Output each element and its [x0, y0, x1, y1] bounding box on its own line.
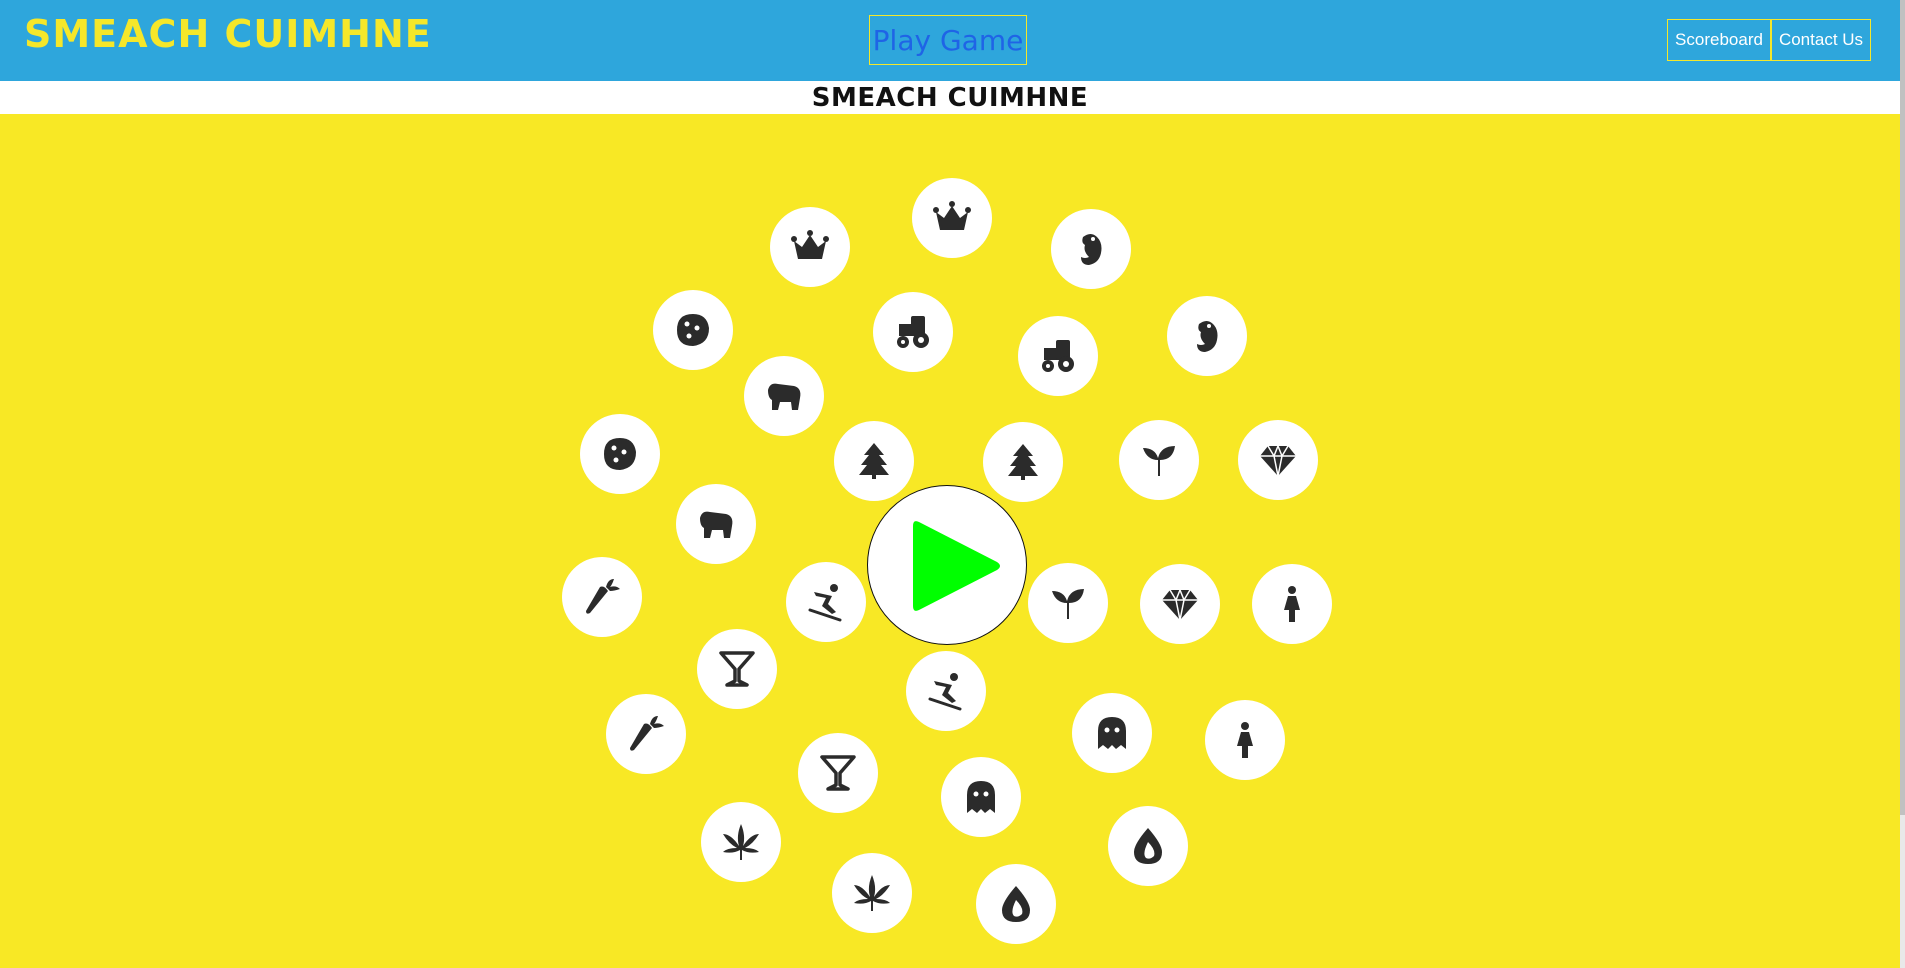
crown-icon — [933, 201, 971, 230]
memory-card[interactable] — [983, 422, 1063, 502]
carrot-icon — [630, 716, 664, 751]
female-icon — [1237, 722, 1253, 758]
cocktail-icon — [719, 651, 755, 687]
memory-card[interactable] — [1072, 693, 1152, 773]
contact-us-button[interactable]: Contact Us — [1771, 19, 1871, 61]
tree-icon — [1008, 444, 1038, 480]
memory-card[interactable] — [676, 484, 756, 564]
memory-card[interactable] — [1238, 420, 1318, 500]
snowboarding-icon — [808, 584, 842, 622]
hippo-icon — [700, 511, 733, 538]
memory-card[interactable] — [701, 802, 781, 882]
memory-card[interactable] — [1167, 296, 1247, 376]
memory-card[interactable] — [873, 292, 953, 372]
memory-card[interactable] — [1252, 564, 1332, 644]
memory-card[interactable] — [912, 178, 992, 258]
cannabis-icon — [723, 824, 759, 860]
tree-icon — [859, 443, 889, 479]
ghost-icon — [1098, 717, 1126, 749]
memory-card[interactable] — [1119, 420, 1199, 500]
seedling-icon — [1143, 446, 1175, 476]
memory-card[interactable] — [941, 757, 1021, 837]
tractor-icon — [1042, 340, 1074, 372]
play-icon — [913, 521, 1000, 611]
cookie-icon — [677, 314, 709, 346]
scrollbar-thumb[interactable] — [1900, 0, 1905, 815]
frog-icon — [1081, 234, 1102, 265]
memory-card[interactable] — [906, 651, 986, 731]
top-navbar: SMEACH CUIMHNE Play Game Scoreboard Cont… — [0, 0, 1900, 81]
tractor-icon — [897, 316, 929, 348]
play-button[interactable] — [867, 485, 1027, 645]
memory-card[interactable] — [606, 694, 686, 774]
gem-icon — [1162, 587, 1198, 621]
tint-icon — [1002, 886, 1030, 922]
cocktail-icon — [820, 755, 856, 791]
memory-card[interactable] — [697, 629, 777, 709]
memory-card[interactable] — [1028, 563, 1108, 643]
vertical-scrollbar[interactable] — [1900, 0, 1905, 968]
memory-card[interactable] — [786, 562, 866, 642]
snowboarding-icon — [928, 673, 962, 711]
memory-card[interactable] — [1018, 316, 1098, 396]
frog-icon — [1197, 321, 1218, 352]
memory-card[interactable] — [770, 207, 850, 287]
memory-card[interactable] — [1205, 700, 1285, 780]
hippo-icon — [768, 383, 801, 410]
memory-card[interactable] — [1051, 209, 1131, 289]
cannabis-icon — [854, 875, 890, 911]
memory-card[interactable] — [562, 557, 642, 637]
seedling-icon — [1052, 589, 1084, 619]
cookie-icon — [604, 438, 636, 470]
carrot-icon — [586, 579, 620, 614]
brand-logo[interactable]: SMEACH CUIMHNE — [24, 12, 432, 56]
memory-card[interactable] — [976, 864, 1056, 944]
memory-card[interactable] — [580, 414, 660, 494]
memory-card[interactable] — [1108, 806, 1188, 886]
page-title: SMEACH CUIMHNE — [0, 81, 1900, 114]
scoreboard-button[interactable]: Scoreboard — [1667, 19, 1771, 61]
memory-card[interactable] — [653, 290, 733, 370]
ghost-icon — [967, 781, 995, 813]
tint-icon — [1134, 828, 1162, 864]
memory-card[interactable] — [832, 853, 912, 933]
memory-card[interactable] — [744, 356, 824, 436]
crown-icon — [791, 230, 829, 259]
play-game-link[interactable]: Play Game — [869, 15, 1027, 65]
memory-card[interactable] — [834, 421, 914, 501]
gem-icon — [1260, 443, 1296, 477]
memory-card[interactable] — [1140, 564, 1220, 644]
female-icon — [1284, 586, 1300, 622]
memory-card[interactable] — [798, 733, 878, 813]
